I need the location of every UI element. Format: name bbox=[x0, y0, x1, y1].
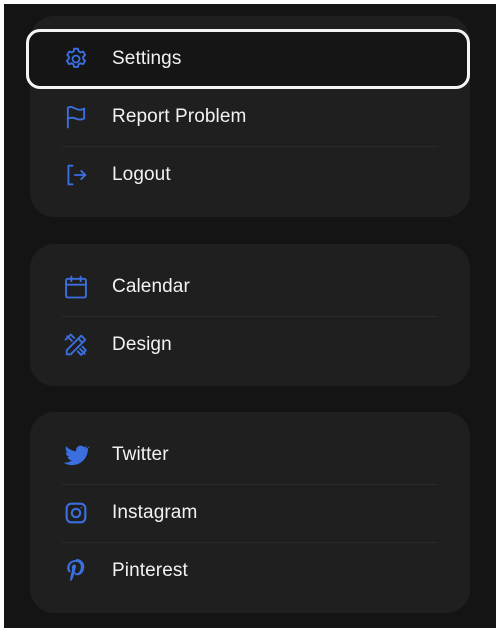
menu-item-label: Calendar bbox=[112, 276, 190, 297]
gear-icon bbox=[62, 45, 90, 73]
menu-item-logout[interactable]: Logout bbox=[30, 146, 470, 204]
menu-item-label: Twitter bbox=[112, 444, 169, 465]
menu-item-label: Logout bbox=[112, 164, 171, 185]
menu-item-label: Design bbox=[112, 334, 172, 355]
tools-menu-group: Calendar Design bbox=[30, 244, 470, 386]
menu-item-settings[interactable]: Settings bbox=[30, 30, 470, 88]
menu-item-design[interactable]: Design bbox=[30, 316, 470, 374]
pinterest-icon bbox=[62, 557, 90, 585]
calendar-icon bbox=[62, 273, 90, 301]
twitter-icon bbox=[62, 441, 90, 469]
menu-screen: Settings Report Problem Logout Calendar … bbox=[4, 4, 496, 628]
account-menu-group: Settings Report Problem Logout bbox=[26, 16, 470, 217]
menu-item-calendar[interactable]: Calendar bbox=[30, 258, 470, 316]
menu-item-label: Instagram bbox=[112, 502, 198, 523]
menu-item-pinterest[interactable]: Pinterest bbox=[30, 542, 470, 600]
menu-item-label: Settings bbox=[112, 48, 182, 69]
pencil-ruler-icon bbox=[62, 331, 90, 359]
instagram-icon bbox=[62, 499, 90, 527]
social-menu-group: Twitter Instagram Pinterest bbox=[30, 412, 470, 613]
menu-item-report-problem[interactable]: Report Problem bbox=[30, 88, 470, 146]
menu-item-instagram[interactable]: Instagram bbox=[30, 484, 470, 542]
menu-item-twitter[interactable]: Twitter bbox=[30, 426, 470, 484]
menu-item-label: Report Problem bbox=[112, 106, 247, 127]
logout-icon bbox=[62, 161, 90, 189]
flag-icon bbox=[62, 103, 90, 131]
menu-item-label: Pinterest bbox=[112, 560, 188, 581]
